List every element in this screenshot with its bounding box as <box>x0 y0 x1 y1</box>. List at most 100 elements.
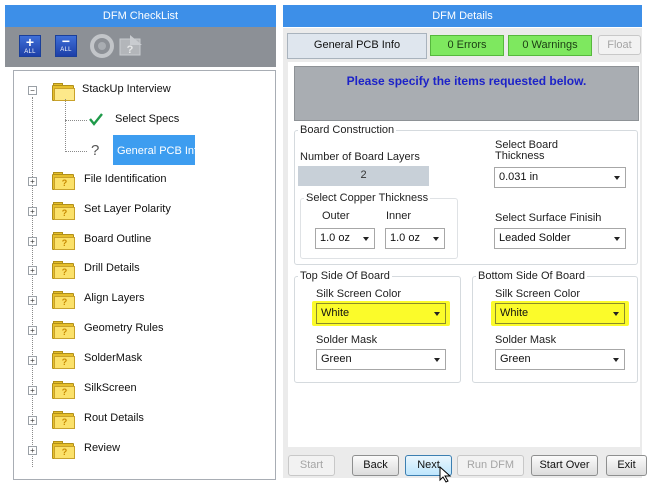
warnings-badge: 0 Warnings <box>508 35 592 56</box>
errors-count: 0 Errors <box>447 39 487 51</box>
bottom-mask-label: Solder Mask <box>495 334 557 346</box>
tree-item-label: Align Layers <box>84 292 145 304</box>
expand-toggle[interactable]: + <box>28 446 37 455</box>
float-button[interactable]: Float <box>598 35 641 55</box>
expand-toggle[interactable]: + <box>28 416 37 425</box>
expand-toggle[interactable]: + <box>28 356 37 365</box>
exit-button-label: Exit <box>617 459 636 471</box>
tree-item-label: Review <box>84 442 121 454</box>
tree-item-label: StackUp Interview <box>82 83 171 95</box>
checklist-tree: − StackUp Interview Select Specs ? Gener… <box>13 70 276 480</box>
chevron-down-icon <box>363 237 369 241</box>
bottom-mask-select[interactable]: Green <box>495 349 625 370</box>
copper-thickness-title: Select Copper Thickness <box>304 192 431 204</box>
tree-item-soldermask[interactable]: SolderMask <box>84 348 142 368</box>
question-icon: ? <box>91 142 100 159</box>
inner-copper-value: 1.0 oz <box>390 232 420 244</box>
top-mask-select[interactable]: Green <box>316 349 446 370</box>
expand-toggle[interactable]: + <box>28 296 37 305</box>
tree-item-stackup-interview[interactable]: StackUp Interview <box>82 79 171 99</box>
errors-badge: 0 Errors <box>430 35 504 56</box>
top-silk-label: Silk Screen Color <box>316 288 401 300</box>
disabled-circle-icon[interactable] <box>89 33 115 59</box>
folder-icon: ? <box>52 261 75 279</box>
child-connector <box>65 99 66 152</box>
collapse-toggle[interactable]: − <box>28 86 37 95</box>
outer-copper-select[interactable]: 1.0 oz <box>315 228 375 249</box>
folder-icon: ? <box>52 232 75 250</box>
minus-icon: − <box>61 33 71 49</box>
top-mask-label: Solder Mask <box>316 334 378 346</box>
chevron-down-icon <box>614 176 620 180</box>
back-button-label: Back <box>363 459 388 471</box>
thickness-value: 0.031 in <box>499 171 539 183</box>
svg-text:?: ? <box>127 44 134 56</box>
bottom-silk-select[interactable]: White <box>495 303 625 324</box>
folder-icon: ? <box>52 321 75 339</box>
tree-item-select-specs[interactable]: Select Specs <box>115 109 179 129</box>
inner-label: Inner <box>386 210 412 222</box>
checklist-toolbar: + ALL − ALL ? <box>5 27 276 67</box>
tree-item-set-layer-polarity[interactable]: Set Layer Polarity <box>84 199 171 219</box>
expand-toggle[interactable]: + <box>28 386 37 395</box>
top-silk-select[interactable]: White <box>316 303 446 324</box>
tree-item-align-layers[interactable]: Align Layers <box>84 288 145 308</box>
tree-item-review[interactable]: Review <box>84 438 120 458</box>
bottom-mask-value: Green <box>500 353 531 365</box>
surface-finish-value: Leaded Solder <box>499 232 571 244</box>
collapse-all-button[interactable]: − ALL <box>55 33 77 57</box>
thickness-select[interactable]: 0.031 in <box>494 167 626 188</box>
chevron-down-icon <box>613 358 619 362</box>
expand-toggle[interactable]: + <box>28 237 37 246</box>
checkmark-icon <box>89 113 103 126</box>
tree-item-label: SilkScreen <box>84 382 137 394</box>
layers-value[interactable]: 2 <box>298 166 429 186</box>
tree-item-file-identification[interactable]: File Identification <box>84 169 167 189</box>
folder-icon: ? <box>52 351 75 369</box>
tree-item-geometry-rules[interactable]: Geometry Rules <box>84 318 163 338</box>
expand-toggle[interactable]: + <box>28 177 37 186</box>
open-folder-icon <box>52 83 75 101</box>
folder-icon: ? <box>52 172 75 190</box>
board-construction-title: Board Construction <box>298 124 397 136</box>
top-silk-value: White <box>321 307 350 319</box>
start-button[interactable]: Start <box>288 455 335 476</box>
outer-label: Outer <box>322 210 350 222</box>
checklist-title: DFM CheckList <box>102 10 179 22</box>
expand-toggle[interactable]: + <box>28 207 37 216</box>
tree-item-general-pcb-info[interactable]: General PCB Info <box>117 141 203 161</box>
folder-icon: ? <box>52 202 75 220</box>
expand-toggle[interactable]: + <box>28 266 37 275</box>
tab-label: General PCB Info <box>313 39 401 51</box>
run-dfm-button-label: Run DFM <box>466 459 515 471</box>
inner-copper-select[interactable]: 1.0 oz <box>385 228 445 249</box>
tree-item-rout-details[interactable]: Rout Details <box>84 408 144 428</box>
mouse-cursor-icon <box>439 466 452 483</box>
run-dfm-button[interactable]: Run DFM <box>457 455 524 476</box>
back-button[interactable]: Back <box>352 455 399 476</box>
tree-item-label: Geometry Rules <box>84 322 164 334</box>
tree-item-label: Set Layer Polarity <box>84 203 171 215</box>
tree-item-silkscreen[interactable]: SilkScreen <box>84 378 137 398</box>
folder-icon: ? <box>52 441 75 459</box>
tree-item-label: General PCB Info <box>117 145 204 157</box>
tree-item-board-outline[interactable]: Board Outline <box>84 229 151 249</box>
outer-copper-value: 1.0 oz <box>320 232 350 244</box>
thickness-label-line2: Thickness <box>495 150 545 162</box>
start-button-label: Start <box>299 459 324 471</box>
chevron-down-icon <box>434 358 440 362</box>
instruction-text: Please specify the items requested below… <box>346 74 587 88</box>
expand-toggle[interactable]: + <box>28 326 37 335</box>
tree-item-drill-details[interactable]: Drill Details <box>84 258 140 278</box>
start-over-button[interactable]: Start Over <box>531 455 598 476</box>
tree-item-label: File Identification <box>84 173 167 185</box>
instruction-banner: Please specify the items requested below… <box>294 66 639 121</box>
surface-finish-select[interactable]: Leaded Solder <box>494 228 626 249</box>
tree-connector <box>32 97 33 467</box>
tab-general-pcb-info[interactable]: General PCB Info <box>287 33 427 59</box>
plus-icon: + <box>25 34 35 50</box>
top-side-title: Top Side Of Board <box>298 270 392 282</box>
exit-button[interactable]: Exit <box>606 455 647 476</box>
disabled-help-folder-icon[interactable]: ? <box>118 33 144 59</box>
expand-all-button[interactable]: + ALL <box>19 35 41 57</box>
